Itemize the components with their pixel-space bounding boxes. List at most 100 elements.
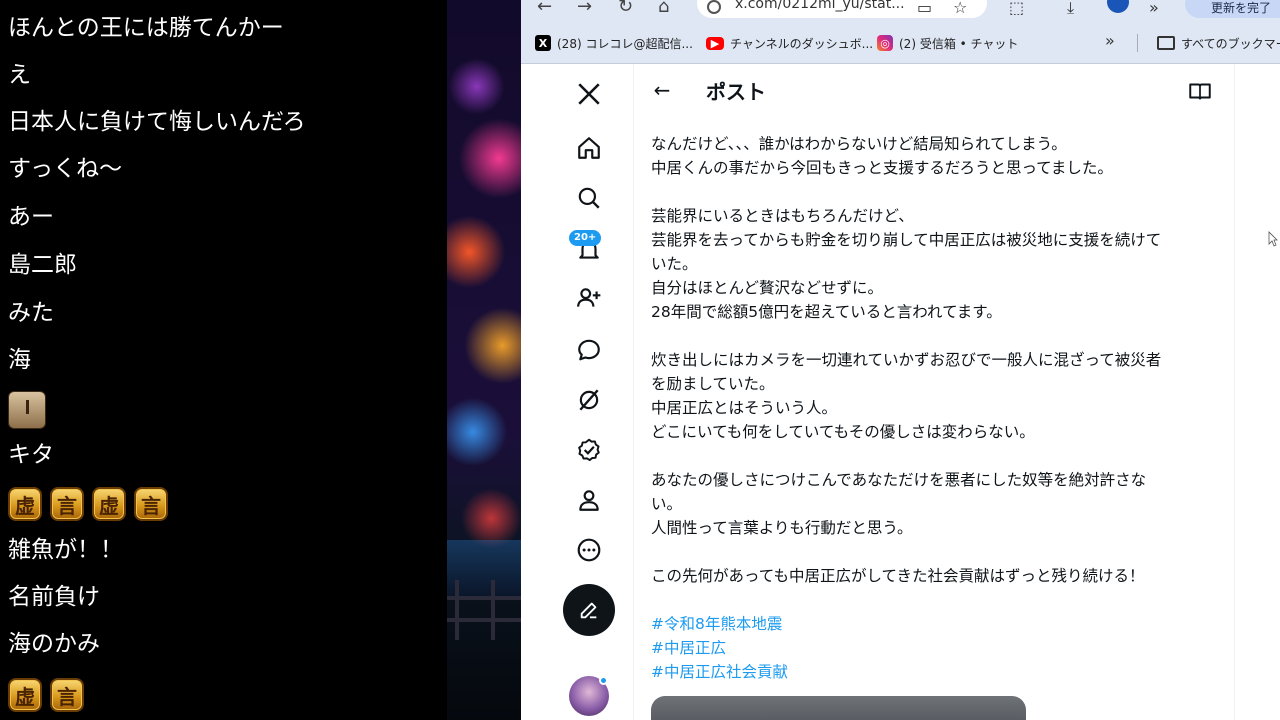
comment-line: 海 [8, 347, 31, 373]
grok-icon[interactable] [557, 380, 621, 420]
compose-icon [580, 602, 597, 619]
messages-icon[interactable] [557, 330, 621, 370]
stamp-tile: 言 [50, 678, 84, 712]
mouse-cursor-icon [1268, 231, 1278, 247]
all-bookmarks-label: すべてのブックマーク [1181, 36, 1280, 51]
post-line: 人間性って言葉よりも行動だと思う。 [651, 519, 913, 537]
comment-line: みた [8, 300, 54, 326]
install-app-icon[interactable]: ▭ [917, 0, 932, 17]
stamp-row: 虚 言 虚 言 [8, 487, 168, 521]
x-sidebar-nav: 20+ [557, 64, 621, 720]
downloads-icon[interactable]: ⤓ [1067, 0, 1074, 18]
post-header: ← ポスト [634, 64, 1234, 116]
site-info-icon[interactable] [707, 0, 721, 14]
post-spacer [651, 444, 1221, 468]
post-line: いた。 [651, 255, 698, 273]
bookmarks-overflow-button[interactable]: » [1105, 31, 1115, 50]
follow-user-icon[interactable] [557, 278, 621, 318]
post-line: あなたの優しさにつけこんであなただけを悪者にした奴等を絶対許さな [651, 471, 1147, 489]
all-bookmarks-button[interactable]: すべてのブックマーク [1157, 33, 1280, 53]
comment-line: ほんとの王には勝てんかー [8, 15, 284, 41]
x-logo-icon: X [535, 35, 551, 51]
railing-post [491, 580, 495, 640]
comment-line: すっくね〜 [8, 156, 123, 182]
comment-line: キタ [8, 442, 54, 468]
compose-post-button[interactable] [563, 584, 615, 636]
post-spacer [651, 324, 1221, 348]
post-line: 芸能界にいるときはもちろんだけど、 [651, 207, 914, 225]
post-line: 28年間で総額5億円を超えていると言われてます。 [651, 303, 1002, 321]
bookmark-label: (2) 受信箱 • チャット [899, 36, 1019, 51]
back-nav-icon[interactable]: ← [537, 0, 552, 17]
profile-icon[interactable] [557, 480, 621, 520]
comment-line: 雑魚が！！ [8, 537, 123, 563]
post-line: を励ましていた。 [651, 375, 775, 393]
extensions-icon[interactable]: ⬚ [1009, 0, 1024, 17]
comment-line: 名前負け [8, 584, 100, 610]
hashtag-link[interactable]: #中居正広社会貢献 [651, 660, 1221, 684]
stamp-tile: 言 [50, 487, 84, 521]
fireworks-background [447, 0, 521, 720]
home-icon[interactable]: ⌂ [658, 0, 669, 17]
screen: ほんとの王には勝てんかー え 日本人に負けて悔しいんだろ すっくね〜 あー 島二… [0, 0, 1280, 720]
post-line: この先何があっても中居正広がしてきた社会貢献はずっと残り続ける！ [651, 567, 1145, 585]
address-bar[interactable]: x.com/0212mi_yu/stat... [697, 0, 987, 18]
search-icon[interactable] [557, 178, 621, 218]
post-line: なんだけど、、、誰かはわからないけど結局知られてしまう。 [651, 135, 1067, 153]
hashtag-link[interactable]: #令和8年熊本地震 [651, 612, 1221, 636]
home-icon[interactable] [557, 128, 621, 168]
back-button[interactable]: ← [648, 76, 676, 104]
reload-icon[interactable]: ↻ [618, 0, 633, 17]
post-spacer [651, 180, 1221, 204]
railing-post [455, 580, 459, 640]
browser-toolbar: ← → ↻ ⌂ x.com/0212mi_yu/stat... ▭ ☆ ⬚ ⤓ … [521, 0, 1280, 22]
post-spacer [651, 588, 1221, 612]
comment-line: 島二郎 [8, 252, 77, 278]
notification-badge: 20+ [569, 230, 602, 246]
bookmark-item[interactable]: ◎ (2) 受信箱 • チャット [877, 33, 1018, 53]
bookmarks-separator [1137, 34, 1138, 52]
page-title: ポスト [706, 80, 766, 104]
more-options-icon[interactable] [557, 530, 621, 570]
clock-stamp-icon [8, 391, 46, 429]
account-status-dot [599, 676, 608, 685]
post-line: 中居正広とはそういう人。 [651, 399, 838, 417]
reader-mode-icon[interactable] [1187, 78, 1213, 104]
comment-line: 海のかみ [8, 631, 100, 657]
more-tools-icon[interactable]: » [1149, 0, 1159, 17]
stamp-tile: 虚 [8, 678, 42, 712]
url-text: x.com/0212mi_yu/stat... [735, 0, 905, 12]
post-column: ← ポスト なんだけど、、、誰かはわからないけど結局知られてしまう。中居くんの事… [633, 64, 1235, 720]
post-line: 中居くんの事だから今回もきっと支援するだろうと思ってました。 [651, 159, 1113, 177]
post-line: 炊き出しにはカメラを一切連れていかずお忍びで一般人に混ざって被災者 [651, 351, 1162, 369]
post-media[interactable] [651, 696, 1026, 720]
folder-icon [1157, 36, 1175, 50]
comment-line: 日本人に負けて悔しいんだろ [8, 109, 306, 135]
hashtag-link[interactable]: #中居正広 [651, 636, 1221, 660]
x-logo-icon[interactable] [557, 74, 621, 114]
bookmark-item[interactable]: X (28) コレコレ@超配信... [535, 33, 693, 53]
post-line: い。 [651, 495, 683, 513]
comment-panel: ほんとの王には勝てんかー え 日本人に負けて悔しいんだろ すっくね〜 あー 島二… [0, 0, 447, 720]
browser-window: ← → ↻ ⌂ x.com/0212mi_yu/stat... ▭ ☆ ⬚ ⤓ … [521, 0, 1280, 720]
stamp-tile: 虚 [8, 487, 42, 521]
bookmark-label: チャンネルのダッシュボ... [730, 36, 874, 51]
post-text: なんだけど、、、誰かはわからないけど結局知られてしまう。中居くんの事だから今回も… [651, 132, 1221, 684]
post-spacer [651, 540, 1221, 564]
x-app: 20+ ← ポスト なんだけど、、、誰かはわからないけど結局知られてしまう。 中… [521, 64, 1280, 720]
stamp-tile: 虚 [92, 487, 126, 521]
comment-line: あー [8, 204, 54, 230]
post-line: どこにいても何をしていてもその優しさは変わらない。 [651, 423, 1035, 441]
bookmark-star-icon[interactable]: ☆ [953, 0, 967, 17]
youtube-logo-icon: ▶ [706, 36, 724, 50]
update-button[interactable]: 更新を完了 [1185, 0, 1280, 18]
post-line: 芸能界を去ってからも貯金を切り崩して中居正広は被災地に支援を続けて [651, 231, 1162, 249]
forward-nav-icon[interactable]: → [577, 0, 592, 17]
profile-avatar[interactable] [1107, 0, 1129, 13]
stamp-row: 虚 言 [8, 678, 84, 712]
comment-line: え [8, 62, 31, 88]
bookmarks-bar: X (28) コレコレ@超配信... ▶ チャンネルのダッシュボ... ◎ (2… [521, 22, 1280, 64]
bookmark-item[interactable]: ▶ チャンネルのダッシュボ... [706, 33, 873, 53]
bookmark-label: (28) コレコレ@超配信... [557, 36, 693, 51]
verified-icon[interactable] [557, 430, 621, 470]
